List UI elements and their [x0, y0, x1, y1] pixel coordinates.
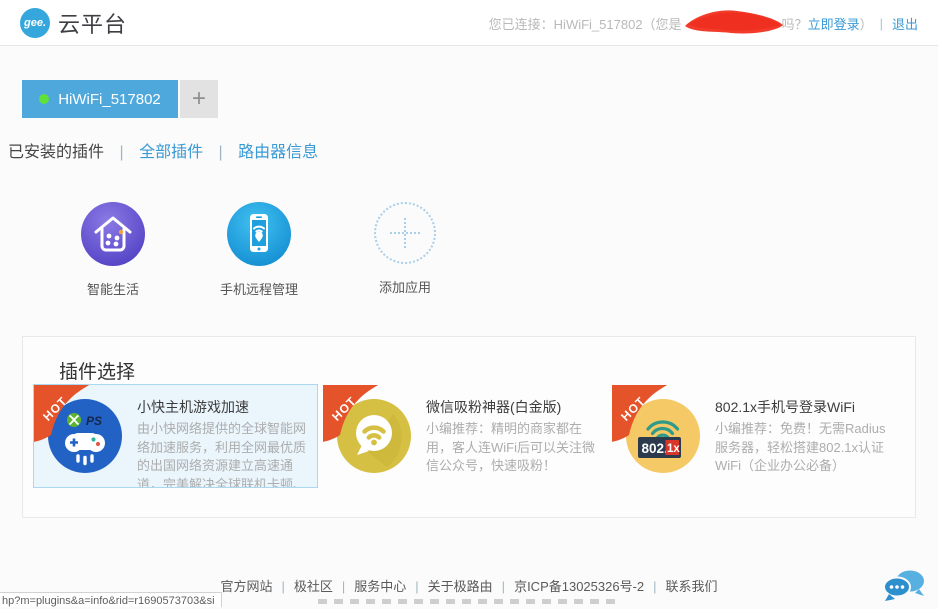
connection-close-paren: ） [860, 14, 873, 33]
footer-separator: | [653, 579, 656, 594]
footer-link-community[interactable]: 极社区 [294, 579, 333, 594]
gee-logo-icon: gee. [20, 8, 50, 38]
plugin-card-wechat-fans[interactable]: HOT 微信吸粉神器(白金版) 小编推荐：精明的商家都在用，客人连WiFi后可以… [322, 384, 607, 488]
scribble-icon [679, 4, 791, 40]
plugin-card-title: 小快主机游戏加速 [137, 397, 309, 417]
phone-remote-icon [227, 202, 291, 266]
hot-ribbon-icon: HOT [33, 384, 91, 442]
customer-service-chat-button[interactable] [882, 568, 926, 604]
footer-link-official-site[interactable]: 官方网站 [220, 579, 272, 594]
app-label: 添加应用 [350, 277, 460, 296]
footer-link-contact[interactable]: 联系我们 [666, 579, 718, 594]
red-scribble-redaction [683, 10, 781, 36]
plugin-card-title: 微信吸粉神器(白金版) [426, 397, 598, 417]
nav-separator: | [219, 144, 223, 161]
hot-ribbon-icon: HOT [322, 384, 380, 442]
header: gee. 云平台 您已连接：HiWiFi_517802（您是 吗？ 立即登录 ）… [0, 0, 938, 46]
app-phone-remote[interactable]: 手机远程管理 [204, 202, 314, 298]
plugin-card-description: 由小快网络提供的全球智能网络加速服务，利用全网最优质的出国网络资源建立高速通道，… [137, 420, 309, 488]
installed-apps-row: 智能生活 手机远程管理 添加应用 [22, 202, 916, 298]
brand-title: 云平台 [58, 7, 127, 39]
app-label: 智能生活 [58, 279, 168, 298]
plus-icon [404, 218, 406, 248]
router-tab-active[interactable]: HiWiFi_517802 [22, 80, 178, 118]
footer-separator: | [342, 579, 345, 594]
plugin-card-game-boost[interactable]: HOT PS 小快主机游戏加速 由小快网络提 [33, 384, 318, 488]
plugin-card-text: 802.1x手机号登录WiFi 小编推荐：免费！无需Radius服务器，轻松搭建… [715, 397, 887, 488]
footer-separator: | [281, 579, 284, 594]
section-title: 插件选择 [59, 357, 915, 384]
logout-link[interactable]: 退出 [892, 14, 918, 33]
badge-prefix: 802. [642, 441, 668, 456]
add-router-button[interactable]: + [180, 80, 218, 118]
browser-status-bar: hp?m=plugins&a=info&rid=r1690573703&si [0, 592, 222, 607]
online-status-dot [39, 94, 49, 104]
add-app-icon [374, 202, 436, 264]
footer-link-icp[interactable]: 京ICP备13025326号-2 [514, 579, 644, 594]
plugin-card-title: 802.1x手机号登录WiFi [715, 397, 887, 417]
app-add-application[interactable]: 添加应用 [350, 202, 460, 298]
plugin-picks-section: 插件选择 HOT PS [22, 336, 916, 518]
chat-bubbles-icon [882, 568, 926, 604]
connection-status: 您已连接：HiWiFi_517802（您是 吗？ 立即登录 ） | 退出 [489, 0, 918, 46]
connection-text-prefix: 您已连接：HiWiFi_517802（您是 [489, 14, 682, 33]
nav-installed-plugins[interactable]: 已安装的插件 [8, 144, 104, 161]
plugin-card-8021x-wifi[interactable]: HOT 802. 1x 802.1x手机号登录WiFi 小编推荐：免费！无需Ra… [611, 384, 896, 488]
main-content: HiWiFi_517802 + 已安装的插件 | 全部插件 | 路由器信息 智能… [0, 80, 938, 518]
plugin-nav: 已安装的插件 | 全部插件 | 路由器信息 [8, 138, 916, 162]
plugin-card-description: 小编推荐：免费！无需Radius服务器，轻松搭建802.1x认证WiFi（企业办… [715, 420, 887, 476]
badge-suffix: 1x [667, 443, 680, 455]
gee-logo-text: gee. [24, 17, 46, 29]
login-link[interactable]: 立即登录 [808, 14, 860, 33]
nav-separator: | [119, 144, 123, 161]
plugin-card-text: 微信吸粉神器(白金版) 小编推荐：精明的商家都在用，客人连WiFi后可以关注微信… [426, 397, 598, 488]
nav-router-info[interactable]: 路由器信息 [238, 144, 318, 161]
status-url-text: hp?m=plugins&a=info&rid=r1690573703&si [2, 595, 215, 607]
footer-link-service-center[interactable]: 服务中心 [354, 579, 406, 594]
footer-separator: | [502, 579, 505, 594]
router-tab-label: HiWiFi_517802 [58, 91, 161, 108]
router-tab-bar: HiWiFi_517802 + [22, 80, 916, 118]
footer-separator: | [415, 579, 418, 594]
desc-visible: 由小快网络提供的全球智能网络加速服务，利用全网最优质的出国网络资源建立高速通道，… [137, 421, 306, 488]
brand-logo[interactable]: gee. 云平台 [20, 7, 127, 39]
footer-link-about[interactable]: 关于极路由 [428, 579, 493, 594]
app-label: 手机远程管理 [204, 279, 314, 298]
footer-clipped-line [318, 599, 618, 604]
smart-home-icon [81, 202, 145, 266]
app-smart-life[interactable]: 智能生活 [58, 202, 168, 298]
plugin-card-text: 小快主机游戏加速 由小快网络提供的全球智能网络加速服务，利用全网最优质的出国网络… [137, 397, 309, 488]
plugin-card-description: 小编推荐：精明的商家都在用，客人连WiFi后可以关注微信公众号，快速吸粉！ [426, 420, 598, 476]
plugin-cards-row: HOT PS 小快主机游戏加速 由小快网络提 [33, 384, 896, 488]
header-divider: | [880, 16, 883, 31]
nav-all-plugins[interactable]: 全部插件 [139, 144, 203, 161]
hot-ribbon-icon: HOT [611, 384, 669, 442]
